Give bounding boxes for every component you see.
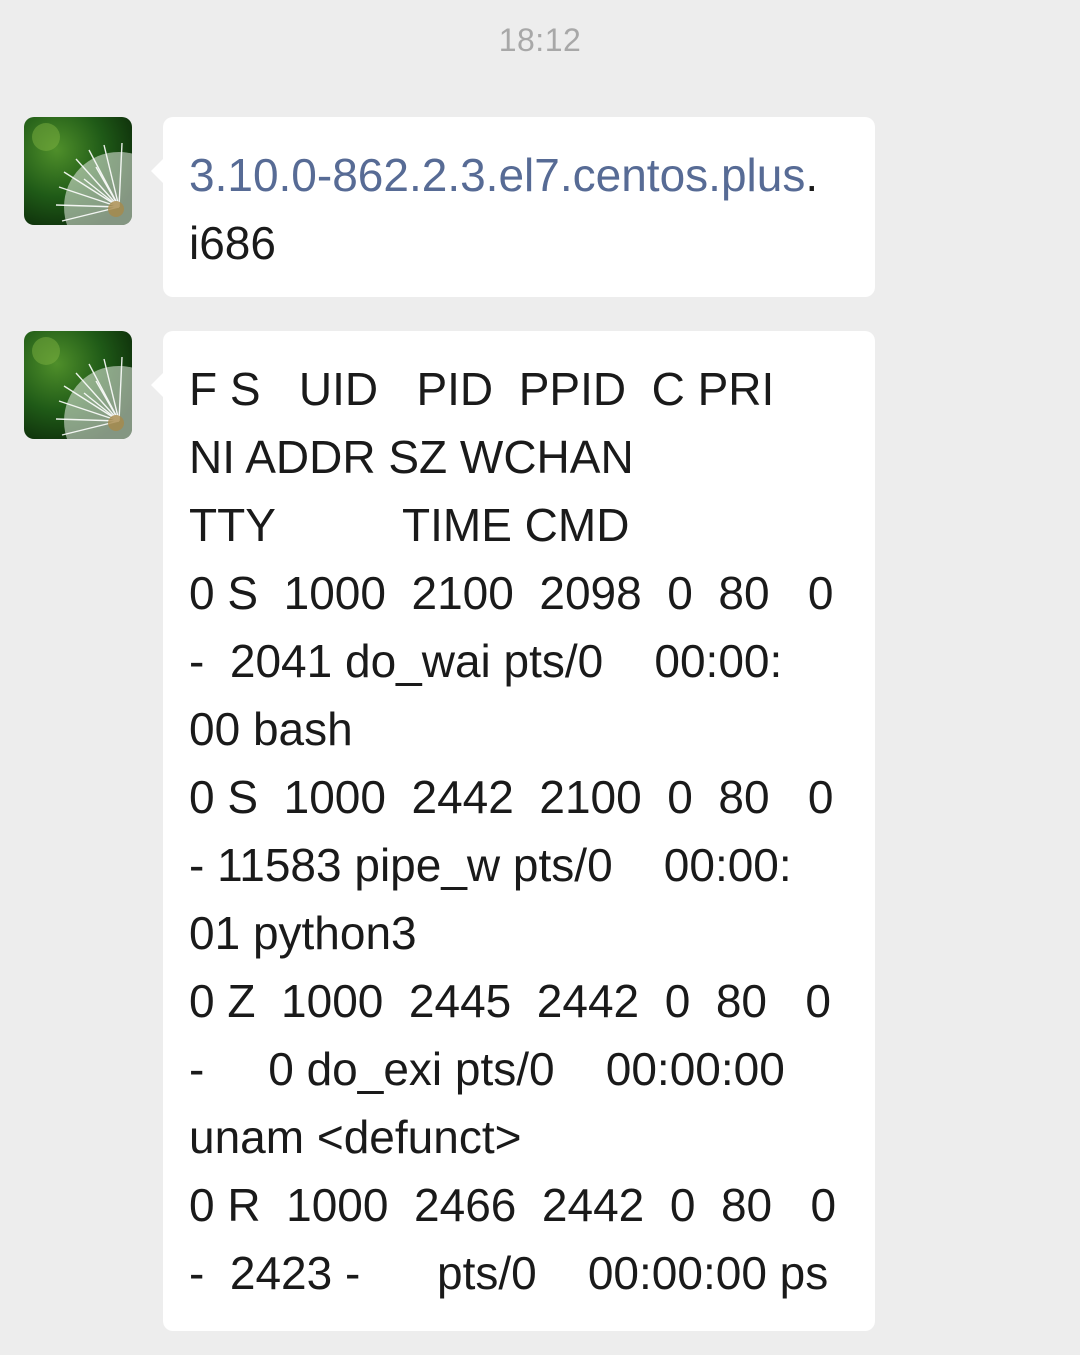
ps-output-line: - 2423 - pts/0 00:00:00 ps: [189, 1247, 829, 1299]
ps-header-line: TTY TIME CMD: [189, 499, 630, 551]
kernel-version-link[interactable]: 3.10.0-862.2.3.el7.centos.plus: [189, 149, 805, 201]
message-timestamp: 18:12: [498, 22, 582, 58]
message-text: .: [805, 149, 819, 201]
dandelion-avatar-icon: [24, 117, 132, 225]
message-bubble[interactable]: F S UID PID PPID C PRI NI ADDR SZ WCHAN …: [151, 331, 875, 1331]
message-bubble[interactable]: 3.10.0-862.2.3.el7.centos.plus. i686: [151, 117, 875, 297]
ps-output-line: - 0 do_exi pts/0 00:00:00: [189, 1043, 785, 1095]
ps-output-line: unam <defunct>: [189, 1111, 522, 1163]
ps-header-line: F S UID PID PPID C PRI: [189, 363, 775, 415]
ps-output-line: 0 S 1000 2100 2098 0 80 0: [189, 567, 834, 619]
ps-output-line: - 11583 pipe_w pts/0 00:00:: [189, 839, 792, 891]
message-line: 3.10.0-862.2.3.el7.centos.plus.: [189, 141, 875, 209]
ps-output-line: 0 R 1000 2466 2442 0 80 0: [189, 1179, 837, 1231]
dandelion-avatar-icon: [24, 331, 132, 439]
sender-avatar[interactable]: [24, 117, 132, 225]
ps-output-line: 0 S 1000 2442 2100 0 80 0: [189, 771, 834, 823]
ps-output-line: 01 python3: [189, 907, 417, 959]
ps-output-line: - 2041 do_wai pts/0 00:00:: [189, 635, 783, 687]
ps-output-line: 00 bash: [189, 703, 353, 755]
ps-output-line: 0 Z 1000 2445 2442 0 80 0: [189, 975, 831, 1027]
ps-header-line: NI ADDR SZ WCHAN: [189, 431, 634, 483]
sender-avatar[interactable]: [24, 331, 132, 439]
message-line: i686: [189, 217, 276, 269]
